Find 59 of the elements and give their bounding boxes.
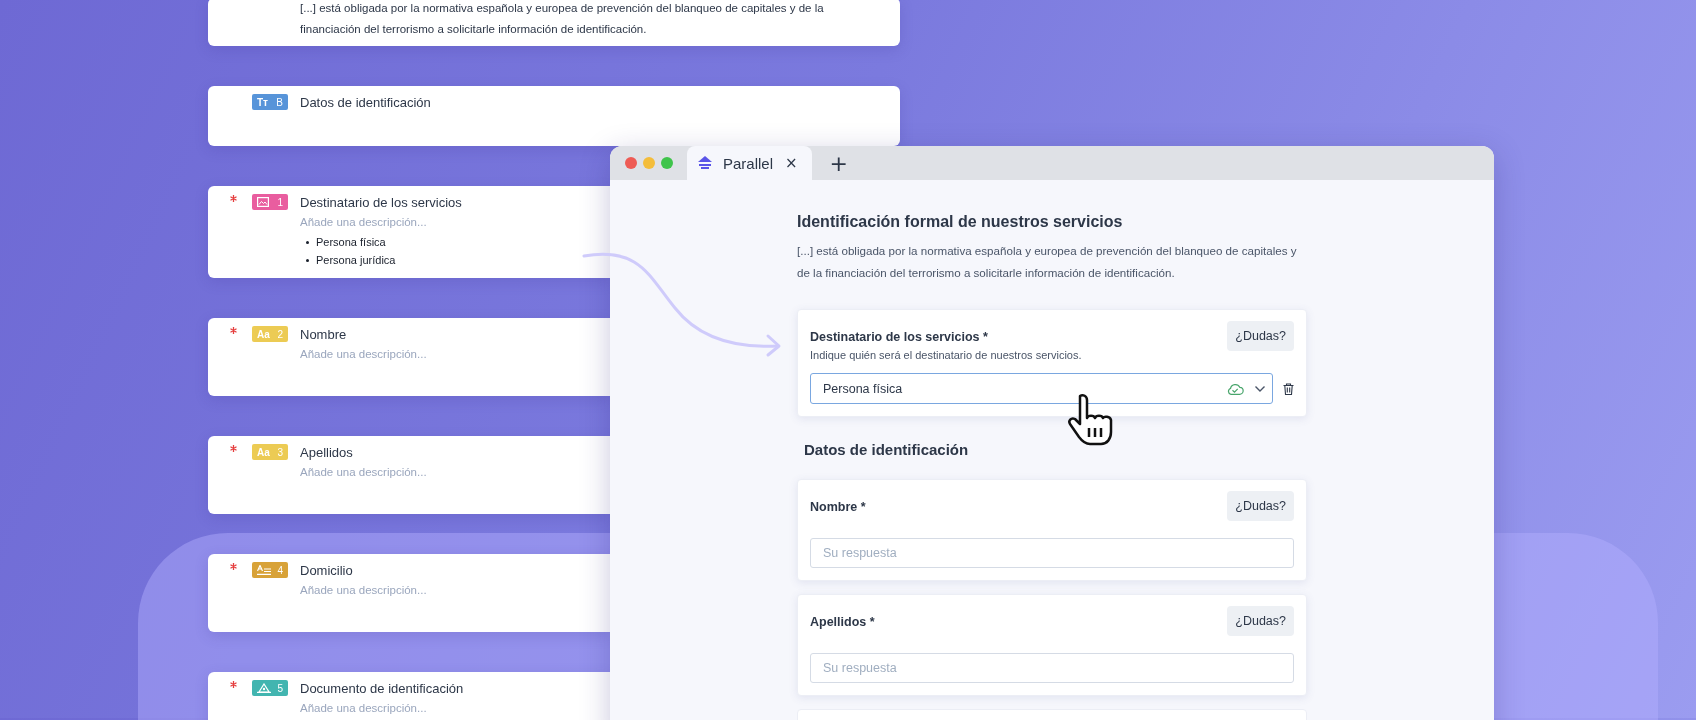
field-title: Nombre bbox=[300, 326, 347, 344]
close-window-icon[interactable] bbox=[625, 157, 637, 169]
field-number: 4 bbox=[277, 564, 283, 576]
address-lines-icon bbox=[257, 565, 271, 575]
option-item: Persona física bbox=[316, 235, 386, 250]
trash-icon bbox=[1283, 382, 1294, 395]
layers-logo-icon bbox=[697, 155, 713, 171]
form-item-card[interactable]: 4 Domicilio Añade una descripción... bbox=[208, 554, 610, 632]
help-button[interactable]: ¿Dudas? bbox=[1227, 321, 1294, 351]
field-title: Documento de identificación bbox=[300, 680, 464, 698]
form-item-card[interactable]: Aa 2 Nombre Añade una descripción... bbox=[208, 318, 610, 396]
browser-tab[interactable]: Parallel × bbox=[687, 146, 812, 180]
form-item-card[interactable]: Aa 3 Apellidos Añade una descripción... bbox=[208, 436, 610, 514]
field-number: 1 bbox=[277, 196, 283, 208]
field-number: 5 bbox=[277, 682, 283, 694]
field-title: Apellidos bbox=[300, 444, 353, 462]
chevron-down-icon bbox=[1254, 384, 1266, 393]
description-field[interactable]: Añade una descripción... bbox=[300, 465, 440, 480]
form-item-card[interactable]: Tт B Datos de identificación bbox=[208, 86, 900, 146]
field-number: 2 bbox=[277, 328, 283, 340]
cloud-check-icon bbox=[1226, 382, 1244, 395]
description-text: [...] está obligada por la normativa española y europea de prevención del blanqueo de capitales y de la financiación del terrorismo a solicitarle información de identificación. bbox=[300, 1, 825, 37]
description-field[interactable]: Añade una descripción... bbox=[300, 583, 440, 598]
help-button[interactable]: ¿Dudas? bbox=[1227, 491, 1294, 521]
field-title: Destinatario de los servicios bbox=[300, 194, 462, 212]
field-type-icon: Aa bbox=[257, 446, 270, 458]
select-field[interactable]: Persona física bbox=[810, 373, 1273, 404]
question-label: Apellidos * bbox=[810, 615, 875, 629]
question-hint: Indique quién será el destinatario de nuestros servicios. bbox=[810, 349, 1083, 361]
description-field[interactable]: Añade una descripción... bbox=[300, 215, 440, 230]
field-title: Domicilio bbox=[300, 562, 353, 580]
bullet-icon bbox=[306, 240, 309, 244]
maximize-window-icon[interactable] bbox=[661, 157, 673, 169]
tab-title: Parallel bbox=[723, 154, 774, 172]
answer-field[interactable]: Su respuesta bbox=[810, 538, 1294, 568]
field-number: 3 bbox=[277, 446, 283, 458]
image-icon bbox=[257, 197, 269, 207]
field-type-icon: Tт bbox=[257, 96, 268, 108]
field-title: Datos de identificación bbox=[300, 94, 431, 112]
form-item-card[interactable]: [...] está obligada por la normativa española y europea de prevención del blanqueo de capitales y de la financiación del terrorismo a solicitarle información de identificación. bbox=[208, 0, 900, 46]
form-item-card[interactable]: 1 Destinatario de los servicios Añade una descripción... Persona física Persona jurídica bbox=[208, 186, 610, 278]
field-type-icon: Aa bbox=[257, 328, 270, 340]
form-description: [...] está obligada por la normativa española y europea de prevención del blanqueo de capitales y de la financiación del terrorismo a solicitarle información de identificación. bbox=[797, 243, 1298, 281]
question-label: Nombre * bbox=[810, 500, 866, 514]
document-scan-icon bbox=[257, 683, 271, 693]
minimize-window-icon[interactable] bbox=[643, 157, 655, 169]
field-number: B bbox=[276, 96, 283, 108]
new-tab-button[interactable]: + bbox=[825, 150, 853, 176]
description-field[interactable]: Añade una descripción... bbox=[300, 701, 440, 716]
form-item-card[interactable]: 5 Documento de identificación Añade una descripción... bbox=[208, 672, 610, 720]
bullet-icon bbox=[306, 258, 309, 262]
form-title: Identificación formal de nuestros servicios bbox=[797, 213, 1124, 231]
section-heading: Datos de identificación bbox=[804, 441, 970, 458]
question-label: Destinatario de los servicios * bbox=[810, 330, 988, 344]
description-field[interactable]: Añade una descripción... bbox=[300, 347, 440, 362]
help-button[interactable]: ¿Dudas? bbox=[1227, 606, 1294, 636]
answer-field[interactable]: Su respuesta bbox=[810, 653, 1294, 683]
close-tab-button[interactable]: × bbox=[783, 154, 800, 172]
option-item: Persona jurídica bbox=[316, 253, 396, 268]
